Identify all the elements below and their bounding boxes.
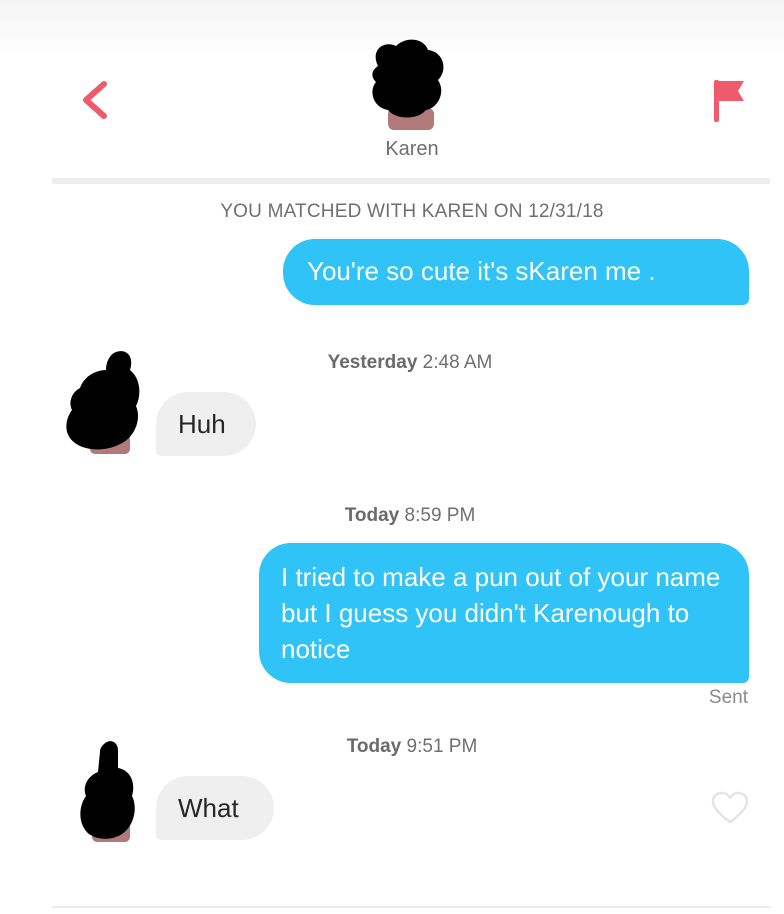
match-notice: YOU MATCHED WITH KAREN ON 12/31/18 bbox=[220, 201, 604, 222]
header-divider bbox=[52, 178, 770, 184]
received-message[interactable]: Huh bbox=[156, 392, 256, 456]
composer-divider bbox=[52, 906, 770, 908]
match-name[interactable]: Karen bbox=[312, 138, 512, 162]
sent-message[interactable]: I tried to make a pun out of your name b… bbox=[259, 543, 749, 683]
heart-outline-icon bbox=[711, 791, 749, 824]
timestamp-day: Today bbox=[346, 736, 402, 757]
sent-message[interactable]: You're so cute it's sKaren me . bbox=[283, 239, 749, 305]
chat-screen: Karen YOU MATCHED WITH KAREN ON 12/31/18… bbox=[0, 0, 784, 914]
timestamp-time: 2:48 AM bbox=[422, 352, 493, 373]
match-avatar-small[interactable] bbox=[78, 738, 144, 846]
timestamp-day: Yesterday bbox=[327, 352, 418, 373]
timestamp-time: 9:51 PM bbox=[406, 736, 478, 757]
report-button[interactable] bbox=[706, 76, 752, 124]
back-button[interactable] bbox=[76, 78, 116, 122]
delivery-status: Sent bbox=[708, 687, 748, 708]
timestamp-time: 8:59 PM bbox=[404, 505, 476, 526]
flag-icon bbox=[714, 80, 744, 122]
received-message[interactable]: What bbox=[156, 776, 274, 840]
like-message-button[interactable] bbox=[710, 790, 750, 826]
match-avatar-small[interactable] bbox=[62, 348, 148, 460]
timestamp-day: Today bbox=[344, 505, 400, 526]
match-avatar[interactable] bbox=[366, 36, 450, 134]
chevron-left-icon bbox=[83, 81, 107, 119]
message-timestamp: Today 8:59 PM bbox=[18, 505, 784, 527]
